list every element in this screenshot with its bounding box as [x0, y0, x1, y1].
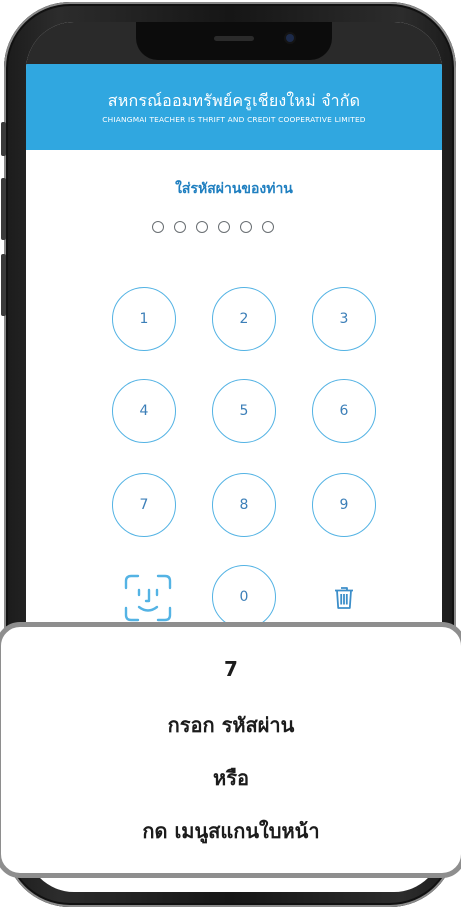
key-4[interactable]: 4 [112, 379, 176, 443]
pin-dot [218, 221, 230, 233]
key-9[interactable]: 9 [312, 473, 376, 537]
key-5[interactable]: 5 [212, 379, 276, 443]
key-1[interactable]: 1 [112, 287, 176, 351]
app-title: สหกรณ์ออมทรัพย์ครูเชียงใหม่ จำกัด [107, 91, 361, 110]
callout-line-enter-pin: กรอก รหัสผ่าน [167, 713, 295, 737]
key-0[interactable]: 0 [212, 565, 276, 629]
mute-switch [1, 122, 6, 156]
pin-dot [196, 221, 208, 233]
face-id-icon [124, 574, 172, 622]
pin-dot [240, 221, 252, 233]
key-7[interactable]: 7 [112, 473, 176, 537]
key-2[interactable]: 2 [212, 287, 276, 351]
volume-up-button [1, 178, 6, 240]
pin-dot [152, 221, 164, 233]
front-camera [286, 34, 294, 42]
pin-dot [174, 221, 186, 233]
key-8[interactable]: 8 [212, 473, 276, 537]
app-subtitle: CHIANGMAI TEACHER IS THRIFT AND CREDIT C… [102, 115, 366, 124]
delete-button[interactable] [326, 580, 362, 616]
callout-step-number: 7 [224, 657, 238, 681]
trash-icon [335, 587, 353, 609]
key-6[interactable]: 6 [312, 379, 376, 443]
key-3[interactable]: 3 [312, 287, 376, 351]
face-scan-button[interactable] [120, 570, 176, 626]
pin-dot [262, 221, 274, 233]
pin-prompt: ใส่รหัสผ่านของท่าน [175, 181, 293, 197]
notch [136, 22, 332, 60]
callout-line-face-scan: กด เมนูสแกนใบหน้า [142, 819, 320, 843]
volume-down-button [1, 254, 6, 316]
app-header: สหกรณ์ออมทรัพย์ครูเชียงใหม่ จำกัด CHIANG… [26, 64, 442, 150]
callout-line-or: หรือ [213, 766, 249, 790]
instruction-callout: 7 กรอก รหัสผ่าน หรือ กด เมนูสแกนใบหน้า [0, 622, 461, 878]
pin-indicator [152, 221, 342, 237]
status-bar [26, 22, 442, 64]
speaker [214, 36, 254, 41]
